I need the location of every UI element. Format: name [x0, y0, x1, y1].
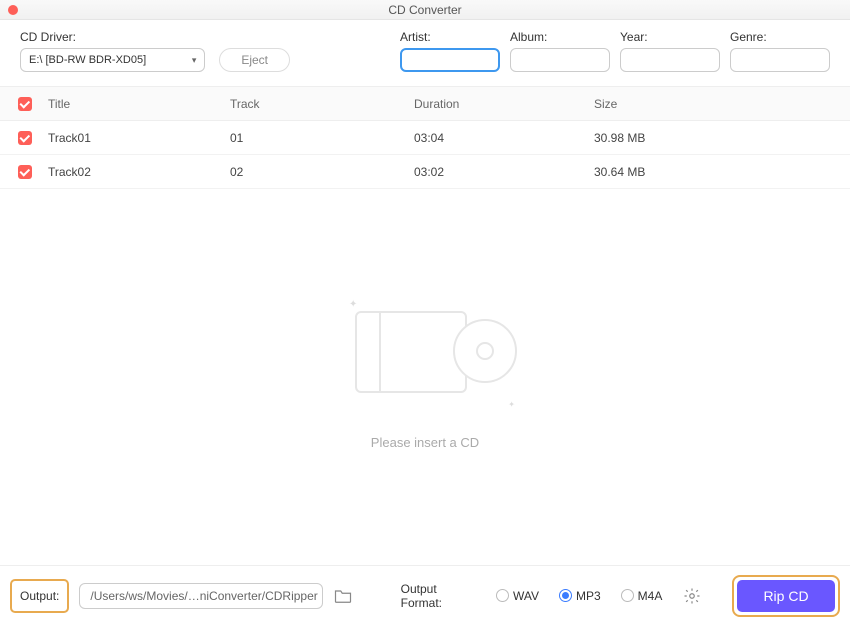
- select-all-checkbox[interactable]: [18, 97, 32, 111]
- window-title: CD Converter: [388, 3, 461, 17]
- rip-cd-button[interactable]: Rip CD: [737, 580, 835, 612]
- radio-icon: [496, 589, 509, 602]
- close-icon[interactable]: [8, 5, 18, 15]
- col-title: Title: [48, 97, 230, 111]
- radio-icon: [621, 589, 634, 602]
- artist-input[interactable]: [400, 48, 500, 72]
- album-input[interactable]: [510, 48, 610, 72]
- row-checkbox[interactable]: [18, 131, 32, 145]
- cd-driver-value: E:\ [BD-RW BDR-XD05]: [29, 54, 146, 66]
- sparkle-icon: ✦: [508, 400, 515, 409]
- folder-icon[interactable]: [333, 586, 353, 606]
- format-option-label: MP3: [576, 589, 601, 603]
- album-label: Album:: [510, 30, 610, 44]
- cell-title: Track01: [48, 131, 230, 145]
- radio-icon: [559, 589, 572, 602]
- genre-label: Genre:: [730, 30, 830, 44]
- format-radio-wav[interactable]: WAV: [496, 589, 539, 603]
- format-radios: WAV MP3 M4A: [496, 589, 662, 603]
- cd-driver-label: CD Driver:: [20, 30, 290, 44]
- artist-label: Artist:: [400, 30, 500, 44]
- table-header: Title Track Duration Size: [0, 87, 850, 121]
- format-radio-mp3[interactable]: MP3: [559, 589, 601, 603]
- cell-size: 30.98 MB: [594, 131, 832, 145]
- table-row[interactable]: Track01 01 03:04 30.98 MB: [0, 121, 850, 155]
- col-size: Size: [594, 97, 832, 111]
- table-row[interactable]: Track02 02 03:02 30.64 MB: [0, 155, 850, 189]
- output-path[interactable]: /Users/ws/Movies/…niConverter/CDRipper: [79, 583, 323, 609]
- cd-driver-select[interactable]: E:\ [BD-RW BDR-XD05] ▾: [20, 48, 205, 72]
- cell-duration: 03:04: [414, 131, 594, 145]
- eject-button[interactable]: Eject: [219, 48, 290, 72]
- chevron-down-icon: ▾: [192, 55, 197, 66]
- output-format-label: Output Format:: [401, 582, 480, 610]
- cell-track: 02: [230, 165, 414, 179]
- format-option-label: M4A: [638, 589, 663, 603]
- genre-input[interactable]: [730, 48, 830, 72]
- cell-track: 01: [230, 131, 414, 145]
- settings-icon[interactable]: [682, 586, 702, 606]
- track-table: Title Track Duration Size Track01 01 03:…: [0, 87, 850, 565]
- footer: Output: /Users/ws/Movies/…niConverter/CD…: [0, 565, 850, 625]
- col-duration: Duration: [414, 97, 594, 111]
- empty-message: Please insert a CD: [371, 435, 479, 450]
- col-track: Track: [230, 97, 414, 111]
- year-input[interactable]: [620, 48, 720, 72]
- metadata-row: CD Driver: E:\ [BD-RW BDR-XD05] ▾ Eject …: [0, 20, 850, 87]
- cell-title: Track02: [48, 165, 230, 179]
- format-radio-m4a[interactable]: M4A: [621, 589, 663, 603]
- row-checkbox[interactable]: [18, 165, 32, 179]
- cell-size: 30.64 MB: [594, 165, 832, 179]
- sparkle-icon: ✦: [349, 299, 357, 310]
- cell-duration: 03:02: [414, 165, 594, 179]
- format-option-label: WAV: [513, 589, 539, 603]
- output-label: Output:: [10, 579, 69, 613]
- empty-state: ✦ ✦ Please insert a CD: [0, 189, 850, 565]
- titlebar: CD Converter: [0, 0, 850, 20]
- year-label: Year:: [620, 30, 720, 44]
- cd-illustration: ✦ ✦: [355, 305, 495, 405]
